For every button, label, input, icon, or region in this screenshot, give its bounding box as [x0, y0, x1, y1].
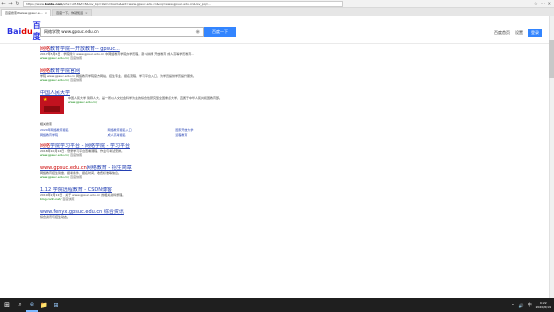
forward-icon[interactable]: → [7, 0, 14, 7]
file-explorer-icon[interactable]: 📁 [38, 298, 50, 312]
more-icon[interactable]: ⋯ [541, 1, 545, 6]
search-query: 网络学院 www.gpsuc.edu.cn [44, 29, 99, 34]
tab-bar: 百度搜索Wwww.gpsuc.e... × 百度一下，你就知道 × [0, 8, 554, 16]
related-searches: 2020年网络教育报名 网络教育报名入口 国家开放大学 网络教育学院 成人高考报… [40, 128, 240, 137]
browser-controls: ☆ ⋯ ✕ [534, 1, 554, 6]
result-url[interactable]: www.gpsuc.edu.cn/ [40, 56, 69, 60]
star-icon: ★ [43, 97, 48, 103]
result-snapshot[interactable]: 百度快照 [70, 56, 82, 60]
url-prefix: https://www. [26, 1, 45, 6]
related-link[interactable]: 国家开放大学 [175, 128, 240, 132]
search-input[interactable]: 网络学院 www.gpsuc.edu.cn ◉ [40, 27, 204, 37]
close-window-icon[interactable]: ✕ [548, 1, 551, 6]
baidu-logo[interactable]: Bai du 百度 [7, 21, 41, 41]
result-url[interactable]: www.gpsuc.edu.cn/ [40, 78, 69, 82]
ie-browser-icon[interactable]: e [26, 298, 38, 312]
tab-label: 百度搜索Wwww.gpsuc.e... [5, 11, 43, 15]
favorite-icon[interactable]: ☆ [534, 1, 538, 6]
input-method-icon[interactable]: 中 [528, 302, 532, 308]
tray-expand-icon[interactable]: ⌃ [511, 303, 514, 308]
result-snapshot[interactable]: 百度快照 [70, 175, 82, 179]
back-icon[interactable]: ← [0, 0, 7, 7]
settings-link[interactable]: 设置 [515, 30, 523, 36]
search-icon[interactable]: ⌕ [14, 301, 26, 309]
result-url[interactable]: blog.csdn.net/ [40, 197, 61, 201]
result-item: www.fenyx.gpsuc.edu.cn 综合资讯 综合资讯与招生动态。 [40, 209, 240, 219]
result-item-card: 中国人民大学 ★ 中国人民大学 简称人大，是一所以人文社会科学为主的综合性研究型… [40, 90, 240, 114]
store-icon[interactable]: ⊞ [50, 298, 62, 312]
tab-label: 百度一下，你就知道 [56, 11, 84, 15]
related-link[interactable]: 远程教育 [175, 133, 240, 137]
tab-close-icon[interactable]: × [45, 11, 48, 15]
screen: ← → ↻ https://www. baidu.com /s?ie=utf-8… [0, 0, 554, 312]
related-link[interactable]: 2020年网络教育报名 [40, 128, 105, 132]
related-link[interactable]: 成人高考报名 [108, 133, 173, 137]
result-item: 网络学院学习平台 - 网络学院 - 学习平台 2018年10月12日 · 登录学… [40, 143, 240, 157]
university-image[interactable]: ★ [40, 96, 64, 114]
vertical-scrollbar[interactable] [549, 16, 554, 298]
clock[interactable]: 9:22 2020/6/19 [536, 301, 551, 309]
volume-icon[interactable]: 🔊 [519, 303, 524, 308]
gate-shape [44, 106, 60, 112]
related-link[interactable]: 网络教育报名入口 [108, 128, 173, 132]
result-item: www.gpsuc.edu.cn网络教育 - 招生简章 网络教育招生简章、报考条… [40, 165, 240, 179]
result-snapshot[interactable]: 百度快照 [62, 197, 74, 201]
result-item: 网络教育学院官网 学院 www.gpsuc.edu.cn 网络教育学院官方网站，… [40, 68, 240, 82]
taskbar: ⊞ ⌕ e 📁 ⊞ ⌃ 🔊 中 9:22 2020/6/19 [0, 298, 554, 312]
result-snapshot[interactable]: 百度快照 [70, 153, 82, 157]
tab-close-icon[interactable]: × [85, 11, 88, 15]
result-item: 1.12 学院远程教育 - CSDN博客 2019年2月12日 · 关于 www… [40, 187, 240, 201]
results-list: 网络教育学院—开放教育-- gpsuc... 2017年5月6日 · 学院简介 … [40, 46, 240, 227]
result-snapshot[interactable]: 百度快照 [70, 78, 82, 82]
search-button[interactable]: 百度一下 [204, 27, 236, 37]
refresh-icon[interactable]: ↻ [14, 0, 21, 7]
address-bar: ← → ↻ https://www. baidu.com /s?ie=utf-8… [0, 0, 554, 8]
related-searches-title: 相关搜索 [40, 122, 53, 126]
url-domain: baidu.com [44, 1, 63, 6]
result-url[interactable]: www.gpsuc.edu.cn/ [68, 100, 222, 104]
baidu-home-link[interactable]: 百度首页 [494, 30, 510, 36]
tab-search-results[interactable]: 百度搜索Wwww.gpsuc.e... × [1, 9, 52, 16]
system-tray: ⌃ 🔊 中 9:22 2020/6/19 [511, 301, 554, 309]
login-button[interactable]: 登录 [528, 29, 542, 37]
result-url[interactable]: www.gpsuc.edu.cn/ [40, 175, 69, 179]
url-field[interactable]: https://www. baidu.com /s?ie=utf-8&f=8&r… [23, 0, 343, 7]
scrollbar-thumb[interactable] [549, 40, 554, 78]
result-url[interactable]: www.gpsuc.edu.cn/ [40, 153, 69, 157]
logo-text-a: Bai [7, 26, 22, 36]
url-rest: /s?ie=utf-8&f=8&rsv_bp=1&tn=baidu&wd=www… [62, 1, 212, 6]
search-header: Bai du 百度 网络学院 www.gpsuc.edu.cn ◉ 百度一下 百… [0, 16, 554, 44]
header-links: 百度首页 设置 登录 [494, 29, 542, 37]
camera-icon[interactable]: ◉ [196, 29, 200, 35]
result-desc: 综合资讯与招生动态。 [40, 215, 71, 219]
logo-text-b: du [21, 26, 33, 36]
result-item: 网络教育学院—开放教育-- gpsuc... 2017年5月6日 · 学院简介 … [40, 46, 240, 60]
related-link[interactable]: 网络教育学院 [40, 133, 105, 137]
tab-baidu-home[interactable]: 百度一下，你就知道 × [52, 9, 92, 16]
windows-start-icon[interactable]: ⊞ [0, 298, 14, 312]
result-card: ★ 中国人民大学 简称人大，是一所以人文社会科学为主的综合性研究型全国重点大学，… [40, 96, 240, 114]
clock-date: 2020/6/19 [535, 305, 551, 309]
